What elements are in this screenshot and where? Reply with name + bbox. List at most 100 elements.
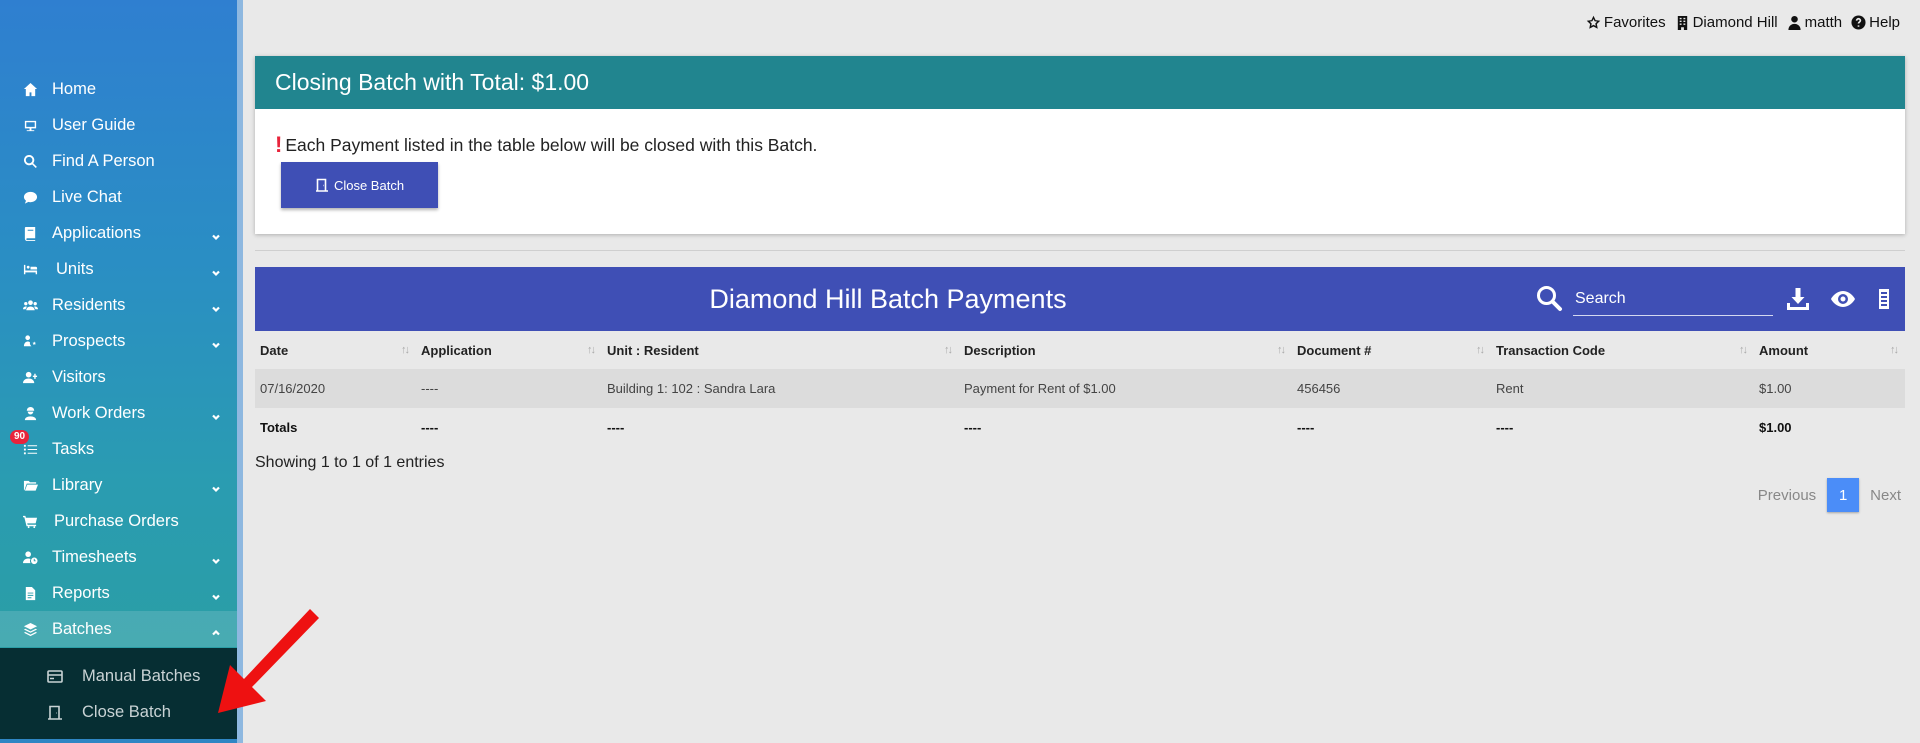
sidebar-item-applications[interactable]: Applications — [0, 215, 237, 251]
sort-icon: ↑↓ — [587, 344, 596, 356]
download-icon[interactable] — [1785, 287, 1811, 311]
sidebar-item-user-guide[interactable]: User Guide — [0, 107, 237, 143]
submenu-item-label: Close Batch — [82, 702, 171, 721]
sidebar-item-visitors[interactable]: Visitors — [0, 359, 237, 395]
chevron-down-icon — [211, 552, 221, 565]
card-icon — [46, 668, 64, 684]
column-header-description[interactable]: Description ↑↓ — [959, 331, 1292, 369]
batch-notice-text: Each Payment listed in the table below w… — [285, 134, 818, 155]
column-header-application[interactable]: Application ↑↓ — [416, 331, 602, 369]
layers-icon — [22, 621, 38, 637]
user-menu[interactable]: matth — [1787, 14, 1842, 31]
cell-amount: $1.00 — [1754, 369, 1905, 408]
sort-icon: ↑↓ — [1476, 344, 1485, 356]
cell-transaction-code: Rent — [1491, 369, 1754, 408]
submenu-item-close-batch[interactable]: Close Batch — [0, 694, 237, 730]
sidebar-item-label: Applications — [52, 223, 141, 242]
sidebar-item-batches[interactable]: Batches — [0, 611, 237, 647]
entries-info: Showing 1 to 1 of 1 entries — [255, 454, 445, 471]
submenu-item-label: Manual Batches — [82, 666, 201, 685]
batches-submenu: Manual Batches Close Batch — [0, 648, 237, 743]
sidebar-item-reports[interactable]: Reports — [0, 575, 237, 611]
star-icon — [1586, 15, 1601, 29]
sidebar-item-home[interactable]: Home — [0, 71, 237, 107]
sort-icon: ↑↓ — [944, 344, 953, 356]
search-input[interactable] — [1573, 283, 1773, 316]
sidebar-item-label: Reports — [52, 583, 110, 602]
divider — [255, 250, 1905, 251]
annotation-arrow-icon — [218, 609, 319, 713]
batch-payments-table: Date ↑↓ Application ↑↓ Unit : Resident ↑↓ D… — [255, 331, 1905, 447]
column-header-amount[interactable]: Amount ↑↓ — [1754, 331, 1905, 369]
pagination-next[interactable]: Next — [1870, 487, 1901, 504]
sidebar: Home User Guide Find A Person Live Chat … — [0, 0, 237, 743]
totals-row: Totals ---- ---- ---- ---- ---- $1.00 — [255, 408, 1905, 447]
sidebar-item-work-orders[interactable]: Work Orders — [0, 395, 237, 431]
sidebar-item-label: Purchase Orders — [54, 511, 179, 530]
chevron-down-icon — [211, 480, 221, 493]
chevron-down-icon — [211, 336, 221, 349]
sidebar-item-tasks[interactable]: 90 Tasks — [0, 430, 237, 467]
gear-icon — [22, 333, 38, 349]
column-label: Description — [964, 342, 1036, 358]
eye-icon[interactable] — [1830, 287, 1856, 311]
chevron-down-icon — [211, 264, 221, 277]
batch-payments-title: Diamond Hill Batch Payments — [709, 284, 1067, 314]
help-label: Help — [1869, 14, 1900, 31]
sidebar-item-timesheets[interactable]: Timesheets — [0, 539, 237, 575]
guide-icon — [22, 117, 38, 133]
submenu-bottom-bar — [0, 739, 237, 743]
totals-amount: $1.00 — [1759, 420, 1792, 435]
sidebar-item-label: Live Chat — [52, 187, 122, 206]
column-header-unit-resident[interactable]: Unit : Resident ↑↓ — [602, 331, 959, 369]
totals-application: ---- — [421, 420, 439, 435]
sort-icon: ↑↓ — [1890, 344, 1899, 356]
sort-icon: ↑↓ — [401, 344, 410, 356]
sidebar-item-label: User Guide — [52, 115, 136, 134]
cell-application: ---- — [416, 369, 602, 408]
cell-unit-resident: Building 1: 102 : Sandra Lara — [602, 369, 959, 408]
columns-icon[interactable] — [1877, 287, 1889, 311]
table-header-row: Date ↑↓ Application ↑↓ Unit : Resident ↑↓ D… — [255, 331, 1905, 369]
search-icon[interactable] — [1535, 284, 1563, 312]
pagination-page-1[interactable]: 1 — [1827, 478, 1860, 512]
cell-date: 07/16/2020 — [255, 369, 416, 408]
favorites-link[interactable]: Favorites — [1586, 14, 1666, 31]
sidebar-item-label: Units — [56, 259, 94, 278]
home-icon — [22, 81, 38, 97]
sidebar-item-units[interactable]: Units — [0, 251, 237, 287]
totals-document: ---- — [1297, 420, 1315, 435]
pagination-previous[interactable]: Previous — [1758, 487, 1816, 504]
column-header-date[interactable]: Date ↑↓ — [255, 331, 416, 369]
sidebar-item-label: Batches — [52, 619, 112, 638]
bed-icon — [22, 261, 38, 277]
sidebar-item-prospects[interactable]: Prospects — [0, 323, 237, 359]
users-icon — [22, 297, 38, 313]
table-row[interactable]: 07/16/2020 ---- Building 1: 102 : Sandra… — [255, 369, 1905, 408]
sort-icon: ↑↓ — [1739, 344, 1748, 356]
sidebar-item-residents[interactable]: Residents — [0, 287, 237, 323]
worker-icon — [22, 405, 38, 421]
submenu-item-manual-batches[interactable]: Manual Batches — [0, 658, 237, 694]
column-header-transaction-code[interactable]: Transaction Code ↑↓ — [1491, 331, 1754, 369]
sidebar-item-purchase-orders[interactable]: Purchase Orders — [0, 503, 237, 539]
user-clock-icon — [22, 549, 38, 565]
sort-icon: ↑↓ — [1277, 344, 1286, 356]
sidebar-item-library[interactable]: Library — [0, 467, 237, 503]
building-icon — [1677, 15, 1687, 30]
column-header-document[interactable]: Document # ↑↓ — [1292, 331, 1491, 369]
column-label: Transaction Code — [1496, 342, 1606, 358]
help-link[interactable]: Help — [1851, 14, 1900, 31]
book-icon — [22, 225, 38, 241]
folder-icon — [22, 477, 38, 493]
sidebar-item-find-a-person[interactable]: Find A Person — [0, 143, 237, 179]
column-label: Unit : Resident — [607, 342, 699, 358]
sidebar-item-live-chat[interactable]: Live Chat — [0, 179, 237, 215]
close-batch-button-label: Close Batch — [333, 177, 405, 193]
sidebar-item-label: Timesheets — [52, 547, 137, 566]
sidebar-nav: Home User Guide Find A Person Live Chat … — [0, 71, 237, 647]
favorites-label: Favorites — [1603, 14, 1666, 31]
tasks-badge: 90 — [10, 430, 30, 444]
close-batch-button[interactable]: Close Batch — [281, 162, 438, 208]
property-link[interactable]: Diamond Hill — [1675, 14, 1778, 31]
